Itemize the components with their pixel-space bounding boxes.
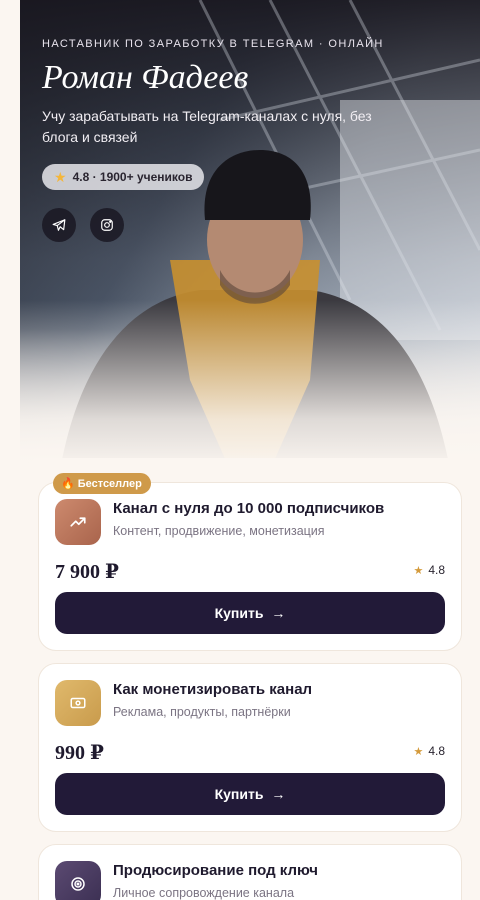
- hero-section: НАСТАВНИК ПО ЗАРАБОТКУ В TELEGRAM · ОНЛА…: [20, 0, 480, 470]
- product-card: 🔥 Бестселлер Канал с нуля до 10 000 подп…: [38, 473, 462, 651]
- buy-button[interactable]: Купить →: [55, 592, 445, 634]
- product-rating: ★ 4.8: [413, 744, 445, 758]
- product-icon-tile: [55, 680, 101, 726]
- product-card: Как монетизировать канал Реклама, продук…: [38, 663, 462, 832]
- target-icon: [71, 877, 85, 891]
- rating-text: 4.8 · 1900+ учеников: [72, 170, 193, 184]
- product-icon-tile: [55, 861, 101, 900]
- arrow-right-icon: →: [271, 786, 286, 802]
- product-title: Продюсирование под ключ: [113, 862, 318, 879]
- star-icon: ★: [413, 745, 424, 758]
- products-sheet: 🔥 Бестселлер Канал с нуля до 10 000 подп…: [20, 458, 480, 900]
- mentor-name: Роман Фадеев: [42, 59, 249, 96]
- product-title: Как монетизировать канал: [113, 681, 313, 698]
- buy-button-label: Купить: [214, 605, 264, 621]
- social-links: [42, 208, 462, 242]
- product-price: 990 ₽: [55, 742, 104, 764]
- telegram-icon: [52, 219, 66, 231]
- trending-up-icon: [70, 517, 86, 527]
- badge-label: Бестселлер: [77, 477, 142, 490]
- telegram-button[interactable]: [42, 208, 76, 242]
- fire-icon: 🔥: [61, 478, 75, 490]
- money-icon: [70, 697, 86, 709]
- product-icon-tile: [55, 499, 101, 545]
- hero-eyebrow: НАСТАВНИК ПО ЗАРАБОТКУ В TELEGRAM · ОНЛА…: [42, 38, 384, 50]
- product-price: 7 900 ₽: [55, 561, 119, 583]
- product-rating-value: 4.8: [428, 563, 445, 577]
- buy-button[interactable]: Купить →: [55, 773, 445, 815]
- product-title: Канал с нуля до 10 000 подписчиков: [113, 500, 385, 517]
- star-icon: ★: [54, 168, 67, 185]
- bestseller-badge: 🔥 Бестселлер: [53, 473, 151, 494]
- product-rating: ★ 4.8: [413, 563, 445, 577]
- rating-pill: ★ 4.8 · 1900+ учеников: [42, 164, 205, 190]
- product-rating-value: 4.8: [428, 744, 445, 758]
- instagram-icon: [101, 219, 113, 231]
- hero-fade: [20, 300, 480, 470]
- hero-text: НАСТАВНИК ПО ЗАРАБОТКУ В TELEGRAM · ОНЛА…: [42, 38, 462, 242]
- product-card: Продюсирование под ключ Личное сопровожд…: [38, 844, 462, 900]
- product-description: Реклама, продукты, партнёрки: [113, 705, 291, 719]
- product-description: Контент, продвижение, монетизация: [113, 524, 325, 538]
- arrow-right-icon: →: [271, 605, 286, 621]
- page: НАСТАВНИК ПО ЗАРАБОТКУ В TELEGRAM · ОНЛА…: [0, 0, 480, 900]
- product-description: Личное сопровождение канала: [113, 886, 295, 900]
- instagram-button[interactable]: [90, 208, 124, 242]
- star-icon: ★: [413, 564, 424, 577]
- hero-subtitle: Учу зарабатывать на Telegram-каналах с н…: [42, 108, 372, 145]
- buy-button-label: Купить: [214, 786, 264, 802]
